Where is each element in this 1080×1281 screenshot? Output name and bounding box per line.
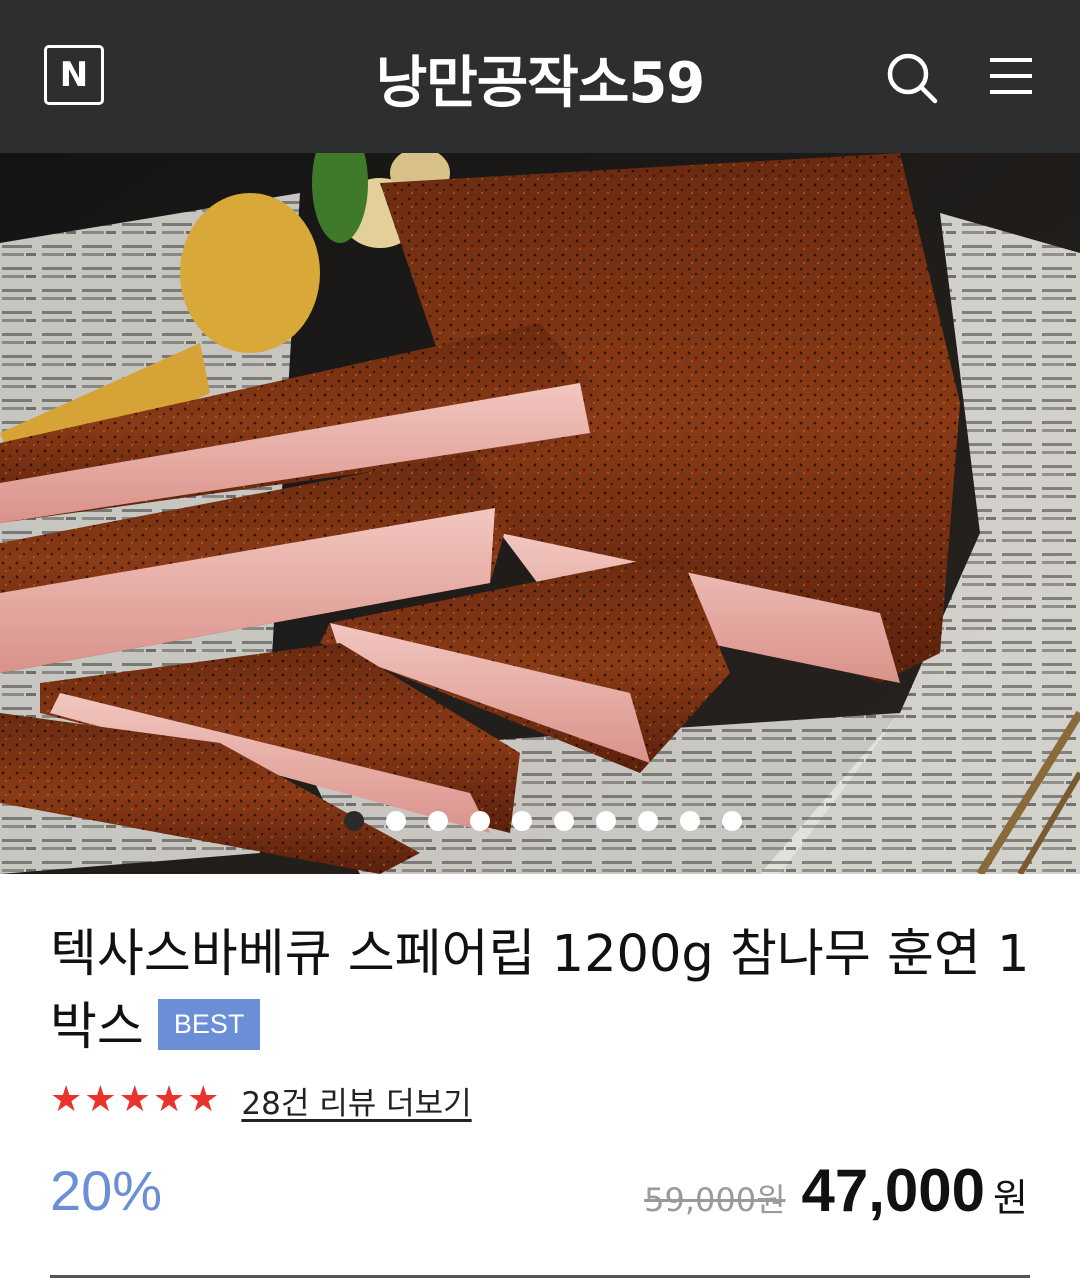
carousel-dot[interactable] [554,811,574,831]
original-price: 59,000원 [644,1181,786,1219]
carousel-dot[interactable] [638,811,658,831]
carousel-dot[interactable] [428,811,448,831]
best-badge: BEST [157,998,261,1050]
star-icon: ★ [152,1079,186,1120]
price-block: 59,000원 47,000 원 [644,1156,1028,1226]
carousel-dot[interactable] [344,811,364,831]
carousel-dot[interactable] [680,811,700,831]
product-title: 텍사스바베큐 스페어립 1200g 참나무 훈연 1박스 BEST [50,918,1040,1064]
hamburger-menu-icon [990,58,1032,94]
star-icon: ★ [50,1079,83,1120]
carousel-dot[interactable] [596,811,616,831]
carousel-indicators [0,811,1080,831]
search-button[interactable] [882,48,942,108]
carousel-dot[interactable] [470,811,490,831]
discount-rate: 20% [50,1159,163,1222]
carousel-dot[interactable] [386,811,406,831]
sale-price: 47,000 [801,1157,986,1224]
currency-unit: 원 [993,1176,1028,1220]
star-icon: ★ [118,1079,151,1120]
product-image-carousel[interactable] [0,153,1080,874]
star-icon: ★ [187,1079,220,1120]
menu-button[interactable] [986,54,1036,98]
carousel-dot[interactable] [722,811,742,831]
review-more-link[interactable]: 28건 리뷰 더보기 [241,1078,471,1123]
star-icon: ★ [84,1079,117,1120]
rating-stars: ★ ★ ★ ★ ★ [50,1080,219,1120]
carousel-dot[interactable] [512,811,532,831]
product-photo [0,153,1080,874]
search-icon [887,53,938,104]
top-header: N 낭만공작소59 [0,0,1080,153]
section-divider [50,1275,1030,1278]
rating-row: ★ ★ ★ ★ ★ 28건 리뷰 더보기 [50,1078,472,1122]
